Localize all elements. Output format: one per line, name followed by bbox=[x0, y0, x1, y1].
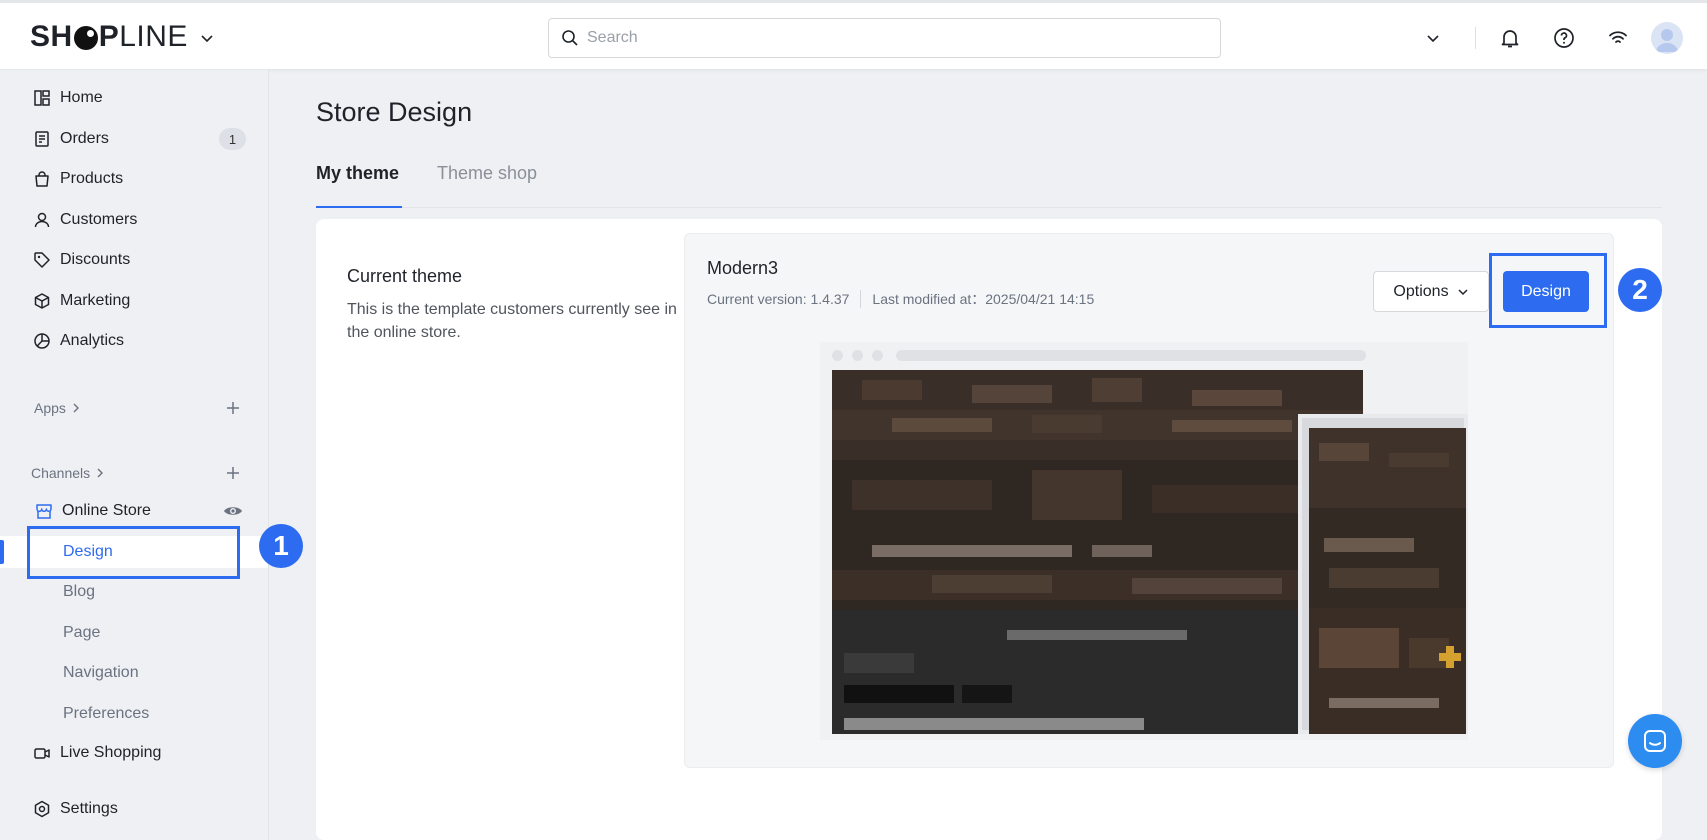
options-label: Options bbox=[1393, 282, 1449, 300]
store-icon bbox=[34, 501, 54, 521]
sidebar-item-customers[interactable]: Customers bbox=[32, 206, 137, 234]
step-badge-2: 2 bbox=[1618, 268, 1662, 312]
preview-browser-bar bbox=[832, 350, 1366, 361]
wifi-icon[interactable] bbox=[1605, 25, 1631, 51]
current-theme-description: This is the template customers currently… bbox=[347, 301, 677, 341]
search-input[interactable] bbox=[587, 29, 1187, 47]
apps-section-label[interactable]: Apps bbox=[34, 400, 82, 416]
chat-support-button[interactable] bbox=[1628, 714, 1682, 768]
theme-version: Current version: 1.4.37 bbox=[707, 291, 850, 307]
sidebar-item-products[interactable]: Products bbox=[32, 165, 123, 193]
chevron-down-icon bbox=[1458, 288, 1468, 295]
video-camera-icon bbox=[32, 743, 52, 763]
cube-icon bbox=[32, 291, 52, 311]
sidebar-item-label: Discounts bbox=[60, 251, 131, 268]
orders-icon bbox=[32, 129, 52, 149]
page-title: Store Design bbox=[316, 97, 473, 127]
help-icon[interactable] bbox=[1551, 25, 1577, 51]
current-theme-title: Current theme bbox=[347, 266, 463, 286]
settings-icon bbox=[32, 799, 52, 819]
sidebar-item-label: Products bbox=[60, 170, 124, 187]
channels-label-text: Channels bbox=[31, 465, 91, 481]
sidebar-item-label: Home bbox=[60, 89, 103, 106]
top-bar: SH P LINE bbox=[0, 0, 1707, 70]
tag-icon bbox=[32, 250, 52, 270]
chat-icon bbox=[1644, 730, 1666, 752]
search-box[interactable] bbox=[548, 18, 1221, 58]
sidebar-item-analytics[interactable]: Analytics bbox=[32, 327, 124, 355]
sidebar-item-label: Live Shopping bbox=[60, 744, 162, 761]
sidebar-item-label: Online Store bbox=[62, 502, 151, 519]
sidebar-item-marketing[interactable]: Marketing bbox=[32, 287, 130, 315]
theme-modified-date: Last modified at：2025/04/21 14:15 bbox=[872, 291, 1095, 307]
sidebar-item-label: Customers bbox=[60, 211, 138, 228]
tab-theme-shop[interactable]: Theme shop bbox=[437, 163, 537, 184]
chevron-down-icon[interactable] bbox=[200, 31, 214, 45]
apps-label-text: Apps bbox=[34, 400, 66, 416]
add-app-plus-icon[interactable] bbox=[224, 399, 242, 417]
chevron-right-icon bbox=[97, 468, 104, 478]
chevron-down-icon[interactable] bbox=[1420, 25, 1446, 51]
sidebar-item-home[interactable]: Home bbox=[32, 84, 103, 112]
logo-mark bbox=[73, 26, 98, 50]
theme-name: Modern3 bbox=[707, 258, 779, 278]
sidebar-item-online-store[interactable]: Online Store bbox=[34, 497, 151, 525]
sidebar-item-orders[interactable]: Orders bbox=[32, 125, 109, 153]
add-channel-plus-icon[interactable] bbox=[224, 464, 242, 482]
options-dropdown-button[interactable]: Options bbox=[1373, 271, 1489, 312]
sidebar-item-label: Settings bbox=[60, 800, 118, 817]
sidebar-item-label: Analytics bbox=[60, 332, 125, 349]
sidebar-subitem-blog[interactable]: Blog bbox=[63, 583, 95, 601]
person-icon bbox=[32, 210, 52, 230]
home-icon bbox=[32, 88, 52, 108]
browser-dot bbox=[872, 350, 883, 361]
logo-text-light: LINE bbox=[119, 20, 188, 53]
logo-text-p: P bbox=[98, 20, 120, 53]
toolbar-divider bbox=[1475, 27, 1476, 49]
sidebar-item-label: Marketing bbox=[60, 292, 131, 309]
user-avatar[interactable] bbox=[1651, 22, 1683, 54]
sidebar-item-discounts[interactable]: Discounts bbox=[32, 246, 130, 274]
design-button[interactable]: Design bbox=[1503, 271, 1589, 312]
search-icon bbox=[562, 30, 578, 46]
sidebar-item-live-shopping[interactable]: Live Shopping bbox=[32, 739, 161, 767]
active-item-indicator bbox=[0, 540, 4, 564]
chevron-right-icon bbox=[73, 403, 79, 413]
tab-my-theme[interactable]: My theme bbox=[316, 163, 399, 184]
logo-text-bold: SH bbox=[30, 20, 73, 53]
mobile-preview-image bbox=[1309, 428, 1466, 734]
step-badge-1: 1 bbox=[259, 524, 303, 568]
browser-dot bbox=[852, 350, 863, 361]
highlight-box-design bbox=[27, 526, 240, 579]
eye-icon[interactable] bbox=[222, 502, 244, 520]
browser-dot bbox=[832, 350, 843, 361]
desktop-preview-image bbox=[832, 370, 1363, 734]
bell-icon[interactable] bbox=[1497, 25, 1523, 51]
bag-icon bbox=[32, 169, 52, 189]
sidebar-item-label: Orders bbox=[60, 130, 109, 147]
sidebar-subitem-navigation[interactable]: Navigation bbox=[63, 664, 139, 682]
channels-section-label[interactable]: Channels bbox=[31, 465, 106, 481]
shopline-logo[interactable]: SH P LINE bbox=[30, 20, 214, 54]
meta-separator bbox=[860, 290, 862, 308]
theme-meta: Current version: 1.4.37 Last modified at… bbox=[707, 289, 1094, 309]
sidebar-subitem-preferences[interactable]: Preferences bbox=[63, 705, 149, 723]
active-tab-underline bbox=[316, 206, 402, 208]
sidebar-item-settings[interactable]: Settings bbox=[32, 795, 118, 823]
browser-url-bar bbox=[896, 350, 1366, 361]
sidebar-subitem-page[interactable]: Page bbox=[63, 624, 100, 642]
tabs-divider bbox=[316, 207, 1662, 208]
pie-chart-icon bbox=[32, 331, 52, 351]
orders-count-badge: 1 bbox=[219, 128, 246, 150]
